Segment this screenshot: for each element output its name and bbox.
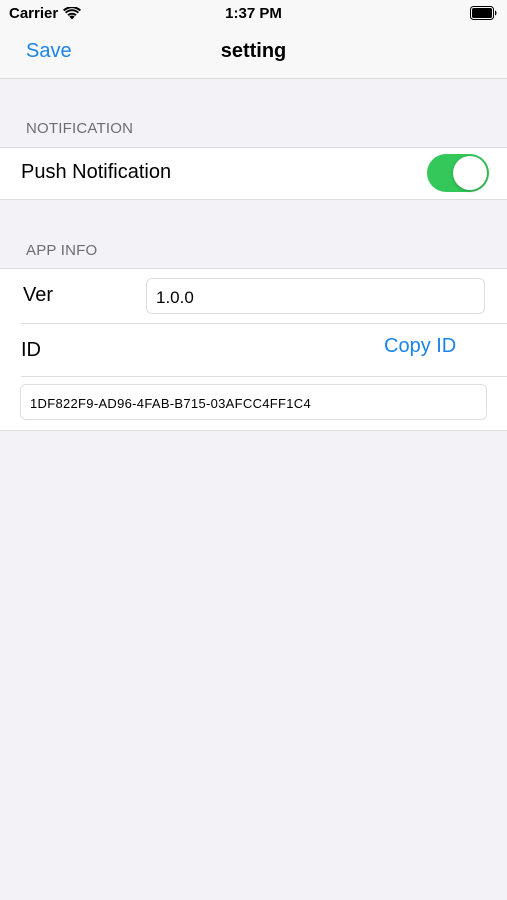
id-label: ID xyxy=(21,339,41,361)
notification-group: Push Notification xyxy=(0,147,507,200)
battery-icon xyxy=(470,6,497,20)
navigation-bar: Save setting xyxy=(0,28,507,79)
version-value: 1.0.0 xyxy=(156,288,194,307)
row-separator xyxy=(21,323,507,324)
toggle-knob xyxy=(453,156,487,190)
status-time: 1:37 PM xyxy=(225,5,282,22)
status-bar: Carrier 1:37 PM xyxy=(0,0,507,28)
push-notification-toggle[interactable] xyxy=(427,154,489,192)
app-info-section-header: APP INFO xyxy=(26,242,98,259)
id-field[interactable]: 1DF822F9-AD96-4FAB-B715-03AFCC4FF1C4 xyxy=(20,384,487,420)
copy-id-button[interactable]: Copy ID xyxy=(384,335,456,358)
row-separator xyxy=(21,376,507,377)
id-value: 1DF822F9-AD96-4FAB-B715-03AFCC4FF1C4 xyxy=(30,396,312,411)
version-label: Ver xyxy=(23,284,54,306)
notification-section-header: NOTIFICATION xyxy=(26,120,134,137)
version-field[interactable]: 1.0.0 xyxy=(146,278,485,314)
push-notification-label: Push Notification xyxy=(21,161,172,183)
page-title: setting xyxy=(220,40,287,62)
